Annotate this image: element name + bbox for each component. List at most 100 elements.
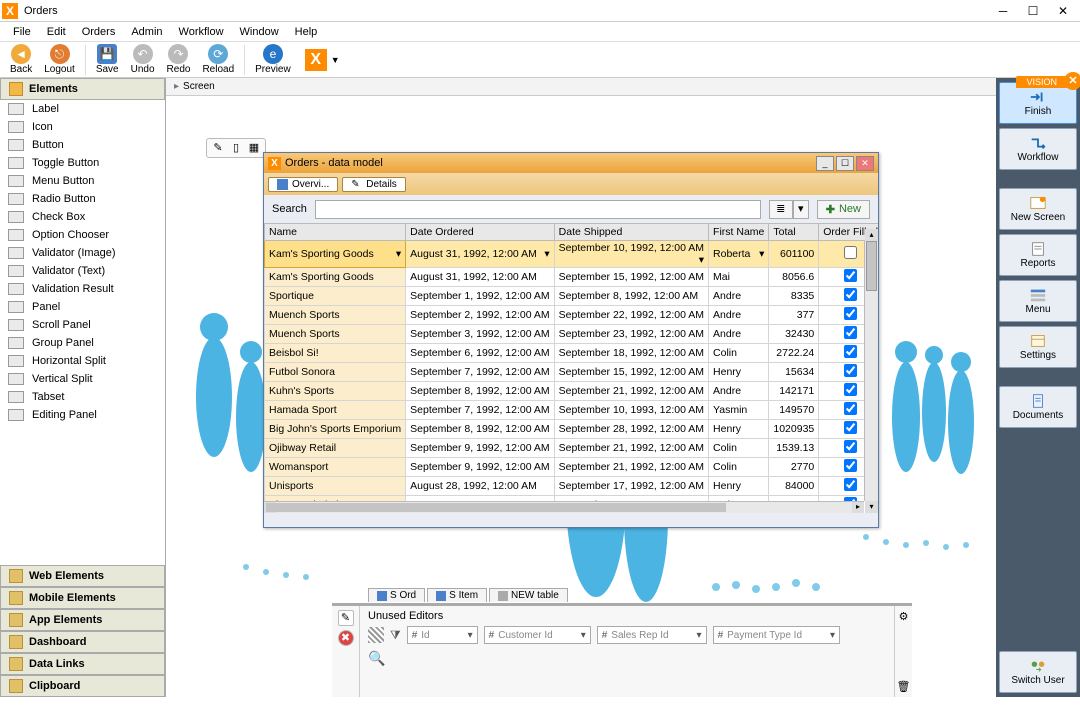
dm-column-header[interactable]: Date Shipped <box>554 224 708 241</box>
sidebar-section-header[interactable]: Clipboard <box>0 675 165 697</box>
dm-column-header[interactable]: Name <box>265 224 406 241</box>
table-row[interactable]: Muench SportsSeptember 2, 1992, 12:00 AM… <box>265 306 879 325</box>
sidebar-item[interactable]: Validator (Image) <box>0 244 165 262</box>
rail-finish-button[interactable]: Finish <box>999 82 1077 124</box>
sidebar-item[interactable]: Vertical Split <box>0 370 165 388</box>
dm-titlebar[interactable]: X Orders - data model _ ☐ ✕ <box>264 153 878 173</box>
table-row[interactable]: Kam's Sporting Goods ▾August 31, 1992, 1… <box>265 241 879 268</box>
undo-button[interactable]: ↶Undo <box>125 43 161 76</box>
scroll-right-icon[interactable]: ▸ <box>852 502 864 513</box>
table-row[interactable]: SportiqueSeptember 1, 1992, 12:00 AMSept… <box>265 287 879 306</box>
dm-tab-overview[interactable]: Overvi... <box>268 177 338 192</box>
sidebar-section-header[interactable]: Data Links <box>0 653 165 675</box>
menu-window[interactable]: Window <box>233 24 286 40</box>
bottom-tab-sitem[interactable]: S Item <box>427 588 487 602</box>
table-row[interactable]: Muench SportsSeptember 3, 1992, 12:00 AM… <box>265 325 879 344</box>
maximize-button[interactable]: ☐ <box>1018 1 1048 21</box>
rail-new-screen-button[interactable]: New Screen <box>999 188 1077 230</box>
rail-reports-button[interactable]: Reports <box>999 234 1077 276</box>
table-row[interactable]: UnisportsAugust 28, 1992, 12:00 AMSeptem… <box>265 477 879 496</box>
breadcrumb[interactable]: ▸ Screen <box>166 78 996 96</box>
table-row[interactable]: Ojibway RetailSeptember 9, 1992, 12:00 A… <box>265 439 879 458</box>
rail-settings-button[interactable]: Settings <box>999 326 1077 368</box>
vision-close-icon[interactable]: ✕ <box>1064 72 1080 90</box>
sidebar-item[interactable]: Check Box <box>0 208 165 226</box>
scroll-thumb[interactable] <box>866 241 877 291</box>
dm-close-button[interactable]: ✕ <box>856 156 874 171</box>
sidebar-item[interactable]: Radio Button <box>0 190 165 208</box>
sidebar-elements-header[interactable]: Elements <box>0 78 165 100</box>
dm-scrollbar-vertical[interactable]: ▴ ▾ <box>864 241 878 501</box>
rail-workflow-button[interactable]: Workflow <box>999 128 1077 170</box>
trash-icon[interactable]: 🗑 <box>897 680 911 693</box>
sidebar-item[interactable]: Validation Result <box>0 280 165 298</box>
dm-column-header[interactable]: Date Ordered <box>406 224 555 241</box>
scroll-up-icon[interactable]: ▴ <box>865 229 878 241</box>
dm-tab-details[interactable]: ✎Details <box>342 177 406 192</box>
dm-scrollbar-horizontal[interactable]: ◂ ▸ <box>264 501 864 513</box>
preview-button[interactable]: ePreview <box>249 43 297 76</box>
menu-admin[interactable]: Admin <box>124 24 169 40</box>
table-row[interactable]: Beisbol Si!September 6, 1992, 12:00 AMSe… <box>265 344 879 363</box>
rail-menu-button[interactable]: Menu <box>999 280 1077 322</box>
rail-switch-user-button[interactable]: Switch User <box>999 651 1077 693</box>
table-row[interactable]: WomansportSeptember 9, 1992, 12:00 AMSep… <box>265 458 879 477</box>
sidebar-section-header[interactable]: Dashboard <box>0 631 165 653</box>
table-row[interactable]: Kam's Sporting GoodsAugust 31, 1992, 12:… <box>265 268 879 287</box>
sidebar-section-header[interactable]: Web Elements <box>0 565 165 587</box>
dm-column-header[interactable]: First Name <box>709 224 769 241</box>
scroll-down-icon[interactable]: ▾ <box>865 501 878 513</box>
sidebar-item[interactable]: Icon <box>0 118 165 136</box>
table-row[interactable]: Big John's Sports EmporiumSeptember 8, 1… <box>265 420 879 439</box>
sidebar-item[interactable]: Editing Panel <box>0 406 165 424</box>
dm-list-button[interactable]: ≣ <box>769 200 793 219</box>
dm-new-button[interactable]: ✚New <box>817 200 870 219</box>
filter-id[interactable]: #Id▾ <box>407 626 478 644</box>
table-row[interactable]: Kuhn's SportsSeptember 8, 1992, 12:00 AM… <box>265 382 879 401</box>
sidebar-item[interactable]: Scroll Panel <box>0 316 165 334</box>
rail-documents-button[interactable]: Documents <box>999 386 1077 428</box>
sidebar-item[interactable]: Group Panel <box>0 334 165 352</box>
sidebar-item[interactable]: Label <box>0 100 165 118</box>
bottom-tab-new[interactable]: NEW table <box>489 588 568 602</box>
brand-dropdown-icon[interactable]: ▼ <box>331 55 340 65</box>
logout-button[interactable]: ⎋Logout <box>38 43 81 76</box>
minimize-button[interactable]: ─ <box>988 1 1018 21</box>
menu-edit[interactable]: Edit <box>40 24 73 40</box>
grid-icon[interactable]: ▦ <box>247 141 261 155</box>
edit-icon[interactable]: ✎ <box>211 141 225 155</box>
filter-sales-rep-id[interactable]: #Sales Rep Id▾ <box>597 626 707 644</box>
scroll-thumb[interactable] <box>266 503 726 512</box>
filter-customer-id[interactable]: #Customer Id▾ <box>484 626 591 644</box>
sidebar-section-header[interactable]: App Elements <box>0 609 165 631</box>
sidebar-item[interactable]: Option Chooser <box>0 226 165 244</box>
table-row[interactable]: Futbol SonoraSeptember 7, 1992, 12:00 AM… <box>265 363 879 382</box>
sidebar-item[interactable]: Tabset <box>0 388 165 406</box>
sidebar-item[interactable]: Horizontal Split <box>0 352 165 370</box>
save-button[interactable]: 💾Save <box>90 43 125 76</box>
reload-button[interactable]: ⟳Reload <box>196 43 240 76</box>
gear-icon[interactable]: ⚙ <box>899 610 909 623</box>
delete-icon[interactable]: ✖ <box>338 630 354 646</box>
menu-workflow[interactable]: Workflow <box>172 24 231 40</box>
menu-file[interactable]: File <box>6 24 38 40</box>
filter-payment-type-id[interactable]: #Payment Type Id▾ <box>713 626 840 644</box>
sidebar-section-header[interactable]: Mobile Elements <box>0 587 165 609</box>
edit-icon[interactable]: ✎ <box>338 610 354 626</box>
sidebar-item[interactable]: Menu Button <box>0 172 165 190</box>
table-row[interactable]: Hamada SportSeptember 7, 1992, 12:00 AMS… <box>265 401 879 420</box>
menu-help[interactable]: Help <box>288 24 325 40</box>
dm-column-header[interactable]: Total <box>769 224 819 241</box>
back-button[interactable]: ◄Back <box>4 43 38 76</box>
sidebar-item[interactable]: Panel <box>0 298 165 316</box>
magnify-icon[interactable]: 🔍 <box>368 650 385 666</box>
mobile-icon[interactable]: ▯ <box>229 141 243 155</box>
sidebar-item[interactable]: Button <box>0 136 165 154</box>
dm-search-input[interactable] <box>315 200 761 219</box>
dm-minimize-button[interactable]: _ <box>816 156 834 171</box>
sidebar-item[interactable]: Validator (Text) <box>0 262 165 280</box>
menu-orders[interactable]: Orders <box>75 24 123 40</box>
dm-list-dropdown[interactable]: ▾ <box>793 200 809 219</box>
redo-button[interactable]: ↷Redo <box>161 43 197 76</box>
bottom-tab-sord[interactable]: S Ord <box>368 588 425 602</box>
